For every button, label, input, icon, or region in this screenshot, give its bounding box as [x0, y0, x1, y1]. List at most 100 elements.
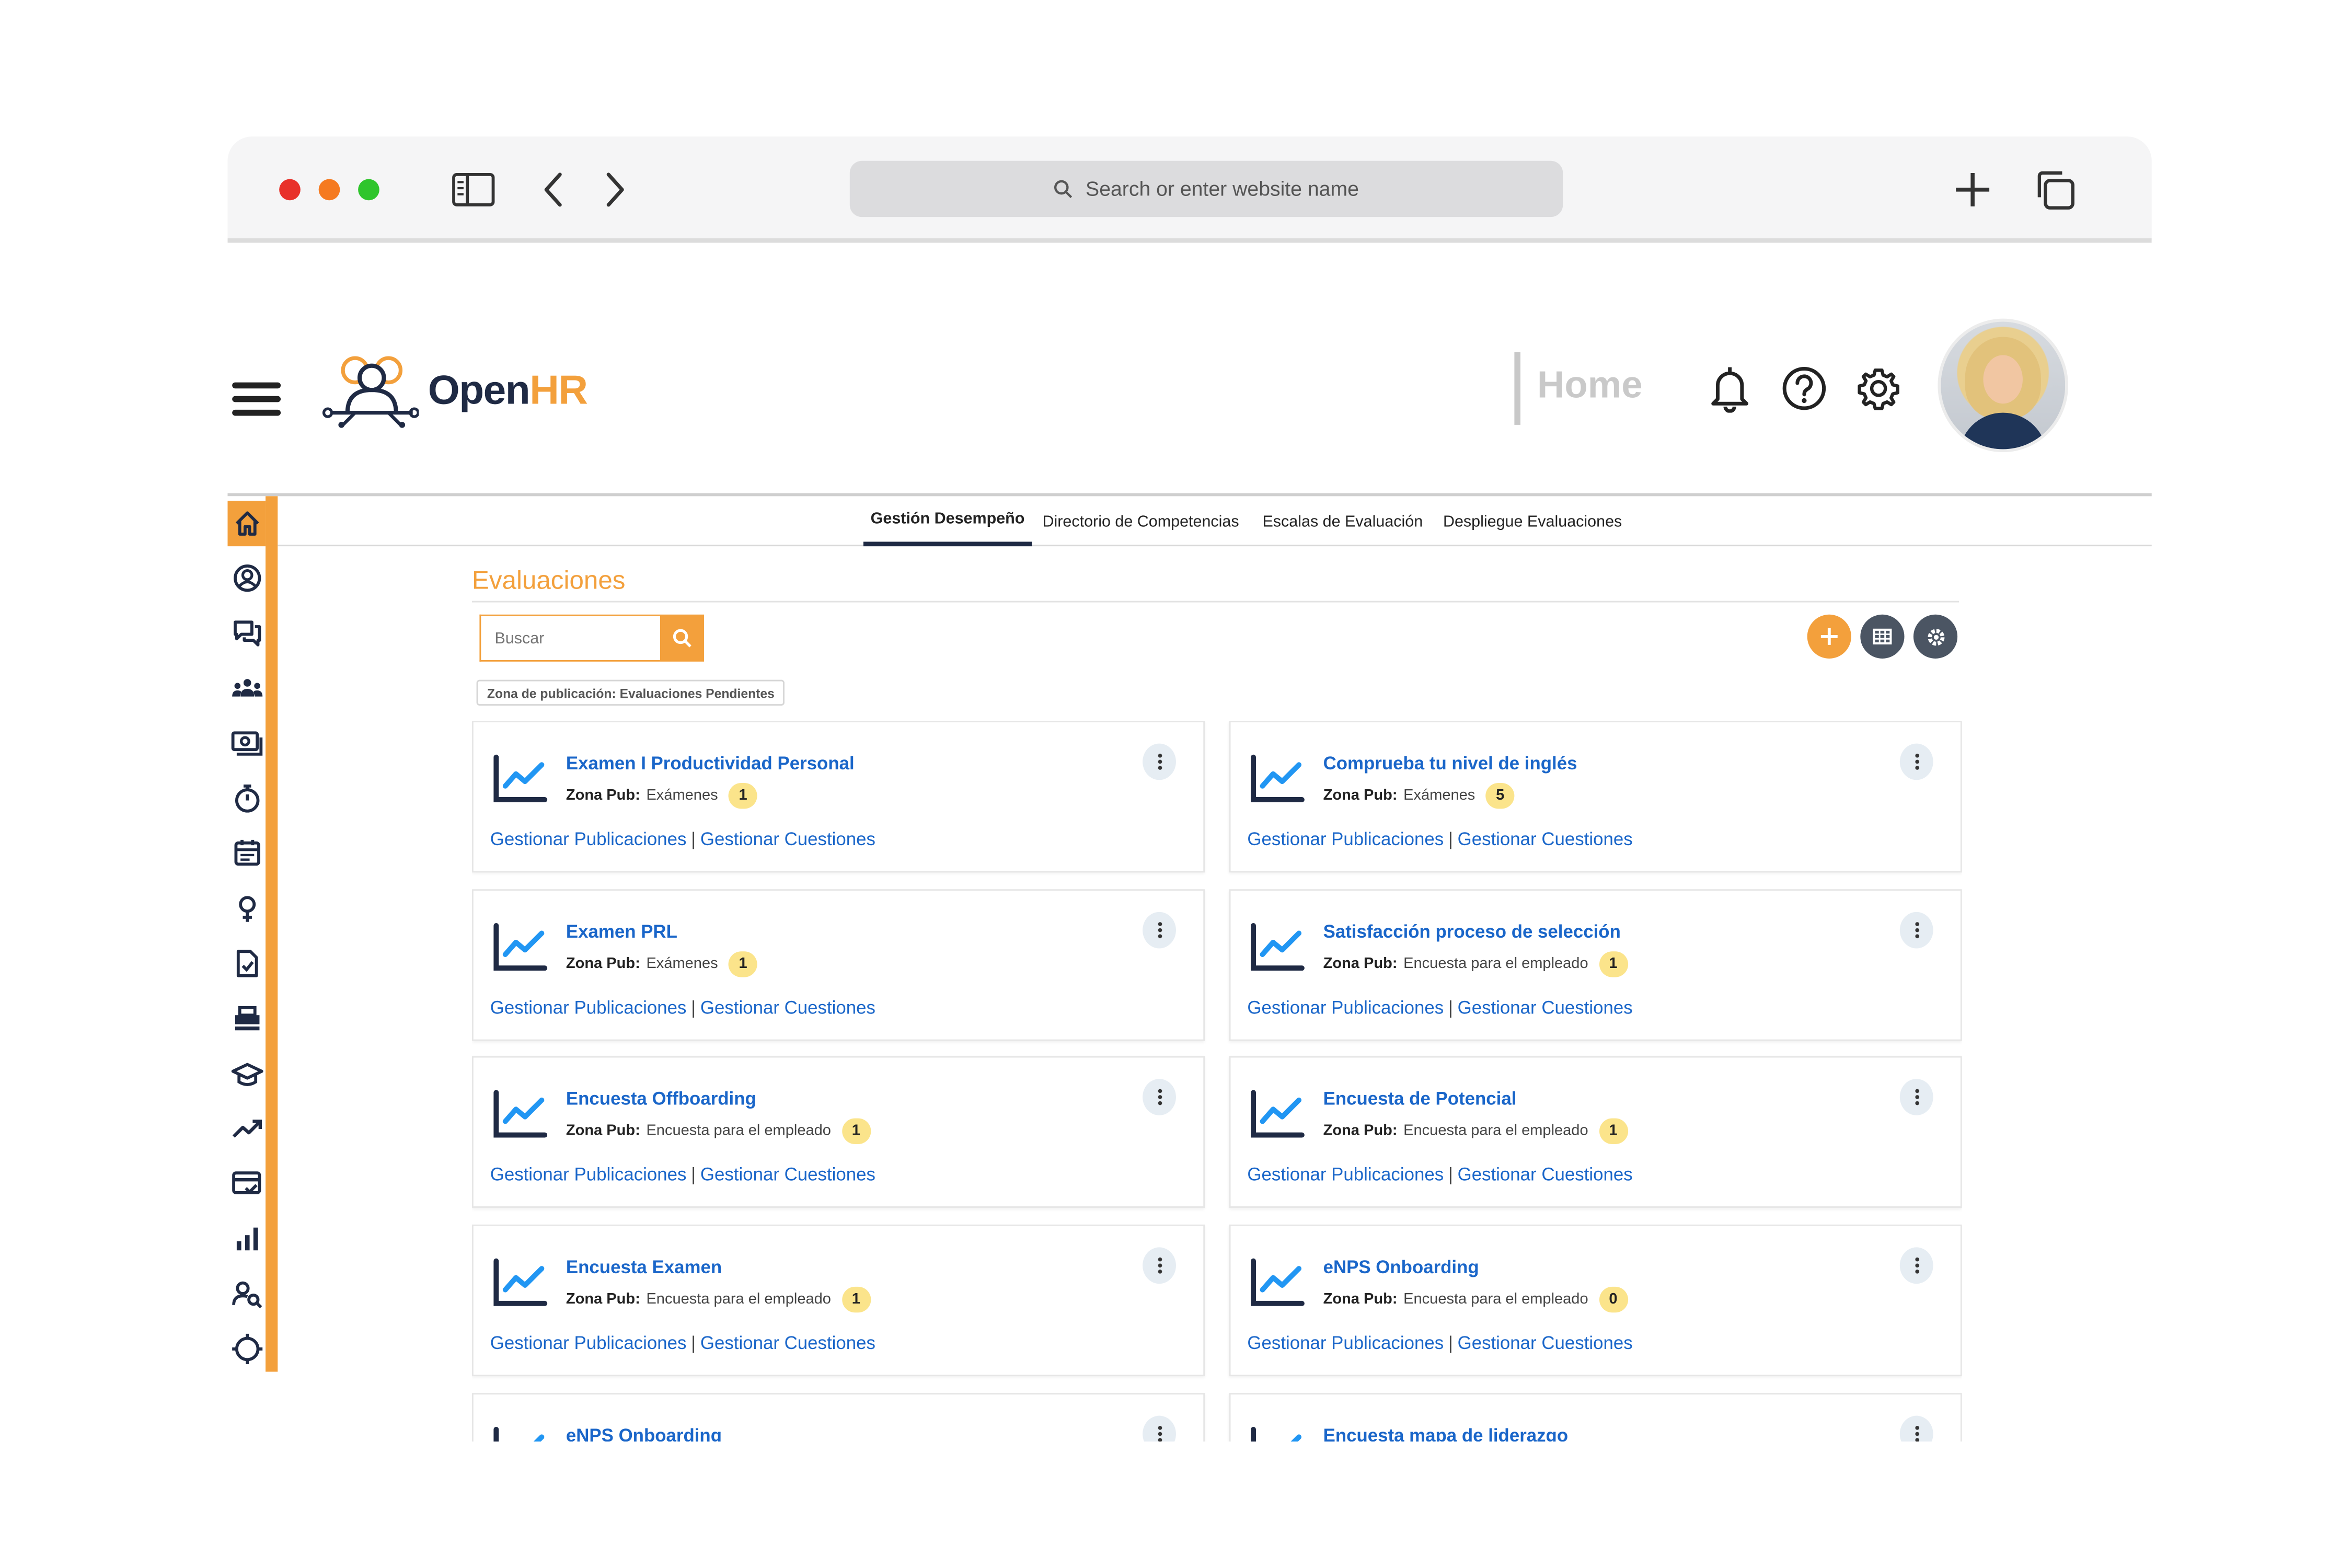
kebab-menu-button[interactable]: [1143, 912, 1176, 949]
count-badge: 5: [1485, 783, 1515, 809]
tab-escalas-evaluacion[interactable]: Escalas de Evaluación: [1262, 496, 1423, 546]
card-title[interactable]: Examen PRL: [566, 921, 677, 942]
help-icon[interactable]: [1779, 361, 1830, 416]
sidebar-item-home[interactable]: [227, 501, 266, 547]
card-title[interactable]: Comprueba tu nivel de inglés: [1323, 753, 1577, 774]
home-icon: [235, 511, 259, 536]
manage-questions-link[interactable]: Gestionar Cuestiones: [1458, 1164, 1633, 1185]
sidebar-item-equality[interactable]: [227, 886, 266, 931]
new-tab-icon[interactable]: [1947, 164, 1999, 216]
manage-questions-link[interactable]: Gestionar Cuestiones: [1458, 997, 1633, 1018]
zone-value: Encuesta para el empleado: [1403, 1291, 1588, 1308]
sidebar-item-recruitment[interactable]: [227, 1272, 266, 1317]
manage-questions-link[interactable]: Gestionar Cuestiones: [1458, 1332, 1633, 1354]
evaluation-card: Satisfacción proceso de selección Zona P…: [1229, 889, 1962, 1041]
kebab-menu-button[interactable]: [1143, 1415, 1176, 1442]
sidebar-item-payroll[interactable]: [227, 721, 266, 766]
sidebar-item-profile[interactable]: [227, 556, 266, 601]
manage-publications-link[interactable]: Gestionar Publicaciones: [490, 997, 687, 1018]
sidebar-item-teams[interactable]: [227, 666, 266, 712]
kebab-menu-button[interactable]: [1899, 1247, 1933, 1284]
card-zone: Zona Pub: Encuesta para el empleado 1: [1323, 951, 1628, 977]
search-input[interactable]: [479, 614, 660, 662]
kebab-menu-button[interactable]: [1143, 1247, 1176, 1284]
tabs-overview-icon[interactable]: [2029, 164, 2081, 216]
evaluation-cards: Examen I Productividad Personal Zona Pub…: [471, 721, 1962, 1442]
manage-questions-link[interactable]: Gestionar Cuestiones: [700, 1164, 875, 1185]
sidebar-item-training-room[interactable]: [227, 995, 266, 1041]
card-title[interactable]: Encuesta Examen: [566, 1256, 722, 1278]
manage-publications-link[interactable]: Gestionar Publicaciones: [490, 1164, 687, 1185]
sidebar-item-training[interactable]: [227, 1052, 266, 1097]
card-links: Gestionar Publicaciones | Gestionar Cuesti…: [1247, 828, 1632, 850]
card-title[interactable]: Encuesta mapa de liderazgo: [1323, 1425, 1569, 1442]
manage-questions-link[interactable]: Gestionar Cuestiones: [1458, 828, 1633, 850]
card-title[interactable]: Encuesta Offboarding: [566, 1088, 756, 1110]
kebab-menu-button[interactable]: [1143, 743, 1176, 780]
sidebar-item-performance[interactable]: [227, 1106, 266, 1151]
filter-chip[interactable]: Zona de publicación: Evaluaciones Pendie…: [476, 679, 786, 706]
minimize-window-button[interactable]: [318, 179, 340, 201]
card-title[interactable]: Examen I Productividad Personal: [566, 753, 855, 774]
back-icon[interactable]: [528, 164, 580, 216]
manage-questions-link[interactable]: Gestionar Cuestiones: [700, 1332, 875, 1354]
count-badge: 1: [841, 1286, 871, 1313]
tab-despliegue-evaluaciones[interactable]: Despliegue Evaluaciones: [1443, 496, 1622, 546]
sidebar-item-calendar[interactable]: [227, 830, 266, 875]
manage-publications-link[interactable]: Gestionar Publicaciones: [490, 828, 687, 850]
manage-publications-link[interactable]: Gestionar Publicaciones: [1247, 1164, 1444, 1185]
kebab-menu-button[interactable]: [1899, 1079, 1933, 1115]
hamburger-menu-icon[interactable]: [232, 379, 284, 419]
sidebar-item-documents[interactable]: [227, 941, 266, 986]
address-bar[interactable]: Search or enter website name: [849, 160, 1563, 217]
sidebar-item-reports[interactable]: [227, 1215, 266, 1261]
gear-icon[interactable]: [1853, 361, 1905, 416]
evaluation-card: eNPS Onboarding: [471, 1393, 1205, 1442]
user-avatar[interactable]: [1941, 321, 2066, 449]
manage-questions-link[interactable]: Gestionar Cuestiones: [700, 828, 875, 850]
manage-publications-link[interactable]: Gestionar Publicaciones: [1247, 1332, 1444, 1354]
user-circle-icon: [233, 564, 260, 592]
close-window-button[interactable]: [279, 179, 301, 201]
kebab-menu-button[interactable]: [1899, 743, 1933, 780]
grid-icon: [1873, 628, 1892, 644]
card-title[interactable]: Encuesta de Potencial: [1323, 1088, 1517, 1110]
gear-icon: [1927, 628, 1944, 645]
sidebar-item-expenses[interactable]: [227, 1161, 266, 1206]
more-vertical-icon: [1157, 921, 1162, 940]
more-vertical-icon: [1157, 752, 1162, 771]
manage-publications-link[interactable]: Gestionar Publicaciones: [490, 1332, 687, 1354]
maximize-window-button[interactable]: [358, 179, 379, 201]
forward-icon[interactable]: [589, 164, 640, 216]
more-vertical-icon: [1157, 1425, 1162, 1442]
manage-publications-link[interactable]: Gestionar Publicaciones: [1247, 828, 1444, 850]
sidebar-toggle-icon[interactable]: [447, 164, 499, 216]
card-zone: Zona Pub: Encuesta para el empleado 0: [1323, 1286, 1628, 1313]
sidebar-item-objectives[interactable]: [227, 1326, 266, 1371]
link-separator: |: [1448, 1332, 1453, 1354]
manage-publications-link[interactable]: Gestionar Publicaciones: [1247, 997, 1444, 1018]
card-title[interactable]: Satisfacción proceso de selección: [1323, 921, 1621, 942]
tab-gestion-desempeno[interactable]: Gestión Desempeño: [863, 496, 1032, 547]
card-title[interactable]: eNPS Onboarding: [1323, 1256, 1479, 1278]
evaluation-card: Encuesta Examen Zona Pub: Encuesta para …: [471, 1224, 1205, 1377]
sidebar-item-messages[interactable]: [227, 610, 266, 655]
section-divider: [471, 601, 1959, 603]
count-badge: 0: [1598, 1286, 1628, 1313]
manage-questions-link[interactable]: Gestionar Cuestiones: [700, 997, 875, 1018]
kebab-menu-button[interactable]: [1143, 1079, 1176, 1115]
bell-icon[interactable]: [1704, 361, 1756, 416]
link-separator: |: [1448, 997, 1453, 1019]
card-links: Gestionar Publicaciones | Gestionar Cuesti…: [1247, 1164, 1632, 1185]
graduation-cap-icon: [230, 1063, 263, 1086]
settings-button[interactable]: [1913, 614, 1958, 659]
grid-view-button[interactable]: [1860, 614, 1905, 659]
search-button[interactable]: [660, 614, 705, 662]
card-title[interactable]: eNPS Onboarding: [566, 1425, 722, 1442]
add-button[interactable]: [1807, 614, 1851, 659]
sidebar-item-time[interactable]: [227, 776, 266, 821]
tab-directorio-competencias[interactable]: Directorio de Competencias: [1042, 496, 1239, 546]
kebab-menu-button[interactable]: [1899, 912, 1933, 949]
evaluation-card: Examen I Productividad Personal Zona Pub…: [471, 721, 1205, 873]
kebab-menu-button[interactable]: [1899, 1415, 1933, 1442]
